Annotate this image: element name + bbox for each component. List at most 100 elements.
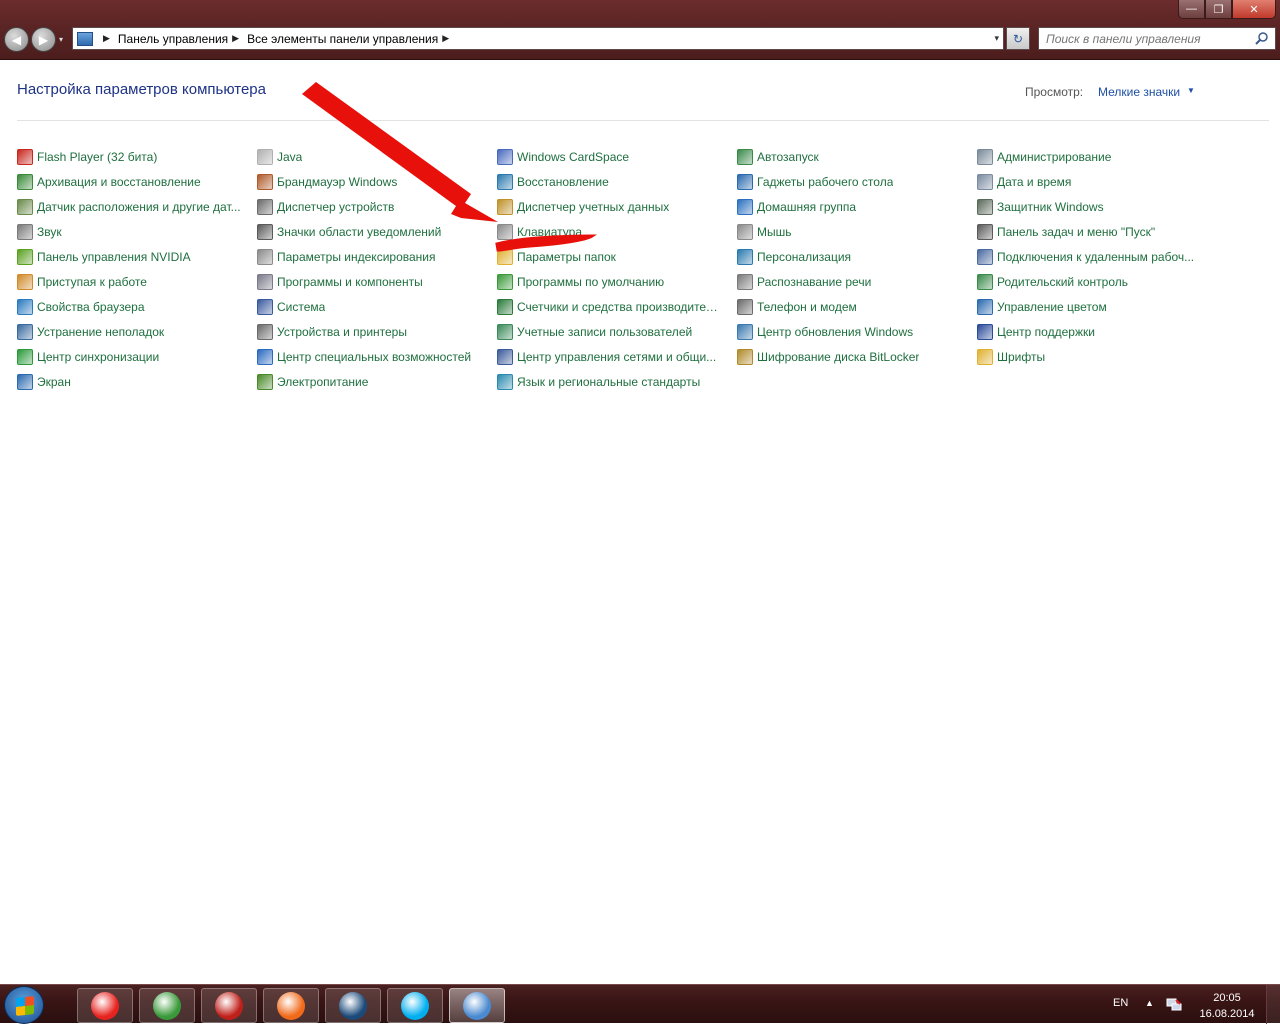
window-controls: — ❐ ✕ [1178, 0, 1276, 19]
back-button[interactable]: ◀ [4, 27, 29, 52]
search-icon[interactable] [1255, 31, 1269, 45]
control-panel-item[interactable]: Защитник Windows [977, 197, 1104, 217]
control-panel-item[interactable]: Учетные записи пользователей [497, 322, 692, 342]
forward-button[interactable]: ▶ [31, 27, 56, 52]
microphone-icon [737, 274, 753, 290]
control-panel-item[interactable]: Flash Player (32 бита) [17, 147, 157, 167]
control-panel-item[interactable]: Система [257, 297, 325, 317]
breadcrumb-arrow[interactable]: ▶ [232, 33, 239, 44]
taskbar-app-button[interactable] [325, 988, 381, 1023]
control-panel-item[interactable]: Домашняя группа [737, 197, 856, 217]
control-panel-item[interactable]: Windows CardSpace [497, 147, 629, 167]
control-panel-item[interactable]: Программы по умолчанию [497, 272, 664, 292]
control-panel-item[interactable]: Телефон и модем [737, 297, 857, 317]
taskbar-app-button[interactable] [77, 988, 133, 1023]
control-panel-item-label: Восстановление [517, 175, 609, 189]
control-panel-item-label: Центр синхронизации [37, 350, 160, 364]
search-input[interactable] [1046, 31, 1246, 46]
control-panel-item[interactable]: Панель задач и меню "Пуск" [977, 222, 1155, 242]
control-panel-item[interactable]: Датчик расположения и другие дат... [17, 197, 241, 217]
clock-time: 20:05 [1213, 992, 1241, 1004]
control-panel-item-label: Датчик расположения и другие дат... [37, 200, 241, 214]
taskbar-app-button[interactable] [387, 988, 443, 1023]
control-panel-item[interactable]: Диспетчер учетных данных [497, 197, 669, 217]
control-panel-item[interactable]: Электропитание [257, 372, 368, 392]
control-panel-item[interactable]: Центр управления сетями и общи... [497, 347, 716, 367]
refresh-button[interactable]: ↻ [1006, 27, 1030, 50]
control-panel-item[interactable]: Центр синхронизации [17, 347, 159, 367]
breadcrumb-arrow[interactable]: ▶ [442, 33, 449, 44]
control-panel-item[interactable]: Параметры папок [497, 247, 616, 267]
view-mode-dropdown[interactable]: Мелкие значки [1098, 85, 1180, 99]
control-panel-item[interactable]: Устройства и принтеры [257, 322, 407, 342]
network-icon[interactable] [1166, 997, 1182, 1011]
control-panel-item[interactable]: Восстановление [497, 172, 609, 192]
control-panel-item[interactable]: Управление цветом [977, 297, 1107, 317]
breadcrumb-all-items[interactable]: Все элементы панели управления [247, 32, 438, 46]
control-panel-item[interactable]: Диспетчер устройств [257, 197, 394, 217]
taskbar-app-button[interactable] [449, 988, 505, 1023]
control-panel-item[interactable]: Родительский контроль [977, 272, 1128, 292]
language-indicator[interactable]: EN [1113, 997, 1128, 1009]
address-history-dropdown[interactable]: ▾ [994, 33, 999, 44]
control-panel-item[interactable]: Значки области уведомлений [257, 222, 441, 242]
control-panel-item[interactable]: Свойства браузера [17, 297, 145, 317]
control-panel-item[interactable]: Устранение неполадок [17, 322, 164, 342]
maximize-button[interactable]: ❐ [1205, 0, 1232, 19]
control-panel-item-label: Центр поддержки [997, 325, 1095, 339]
control-panel-item[interactable]: Центр поддержки [977, 322, 1095, 342]
control-panel-item[interactable]: Шрифты [977, 347, 1045, 367]
recent-pages-dropdown[interactable]: ▾ [59, 35, 67, 44]
search-box[interactable] [1038, 27, 1276, 50]
start-button[interactable] [4, 986, 44, 1024]
clock[interactable]: 20:05 16.08.2014 [1196, 990, 1258, 1022]
breadcrumb-root-arrow[interactable]: ▶ [103, 33, 110, 44]
folder-options-icon [497, 249, 513, 265]
taskbar-app-button[interactable] [263, 988, 319, 1023]
control-panel-item[interactable]: Мышь [737, 222, 792, 242]
taskbar: EN ▲ 20:05 16.08.2014 [0, 984, 1280, 1024]
credential-icon [497, 199, 513, 215]
control-panel-item[interactable]: Язык и региональные стандарты [497, 372, 700, 392]
control-panel-item[interactable]: Приступая к работе [17, 272, 147, 292]
control-panel-item[interactable]: Дата и время [977, 172, 1071, 192]
skype-icon [401, 991, 429, 1020]
control-panel-item[interactable]: Центр обновления Windows [737, 322, 913, 342]
keyboard-icon [497, 224, 513, 240]
control-panel-item[interactable]: Персонализация [737, 247, 851, 267]
taskbar-app-button[interactable] [201, 988, 257, 1023]
control-panel-item[interactable]: Шифрование диска BitLocker [737, 347, 919, 367]
control-panel-item[interactable]: Администрирование [977, 147, 1111, 167]
control-panel-item[interactable]: Центр специальных возможностей [257, 347, 471, 367]
taskbar-app-button[interactable] [139, 988, 195, 1023]
chevron-down-icon[interactable]: ▼ [1187, 86, 1195, 95]
control-panel-item[interactable]: Подключения к удаленным рабоч... [977, 247, 1194, 267]
control-panel-item[interactable]: Брандмауэр Windows [257, 172, 397, 192]
control-panel-item-label: Диспетчер устройств [277, 200, 395, 214]
control-panel-item[interactable]: Звук [17, 222, 62, 242]
control-panel-item[interactable]: Архивация и восстановление [17, 172, 201, 192]
control-panel-item-label: Параметры индексирования [277, 250, 436, 264]
control-panel-item[interactable]: Клавиатура [497, 222, 582, 242]
control-panel-item-label: Устройства и принтеры [277, 325, 407, 339]
show-hidden-icons-button[interactable]: ▲ [1145, 998, 1154, 1008]
control-panel-item[interactable]: Панель управления NVIDIA [17, 247, 191, 267]
address-bar[interactable]: ▶ Панель управления ▶ Все элементы панел… [72, 27, 1004, 50]
close-button[interactable]: ✕ [1232, 0, 1276, 19]
control-panel-item[interactable]: Гаджеты рабочего стола [737, 172, 893, 192]
control-panel-item[interactable]: Распознавание речи [737, 272, 871, 292]
control-panel-item[interactable]: Экран [17, 372, 71, 392]
control-panel-item[interactable]: Автозапуск [737, 147, 819, 167]
control-panel-item[interactable]: Программы и компоненты [257, 272, 423, 292]
show-desktop-button[interactable] [1266, 985, 1280, 1024]
breadcrumb-control-panel[interactable]: Панель управления [118, 32, 228, 46]
clock-date: 16.08.2014 [1199, 1008, 1255, 1020]
control-panel-item-label: Программы и компоненты [277, 275, 423, 289]
system-icon [257, 299, 273, 315]
control-panel-item[interactable]: Параметры индексирования [257, 247, 435, 267]
control-panel-item-label: Центр обновления Windows [757, 325, 914, 339]
control-panel-item[interactable]: Счетчики и средства производител... [497, 297, 722, 317]
control-panel-item-label: Распознавание речи [757, 275, 872, 289]
control-panel-item[interactable]: Java [257, 147, 302, 167]
minimize-button[interactable]: — [1178, 0, 1205, 19]
